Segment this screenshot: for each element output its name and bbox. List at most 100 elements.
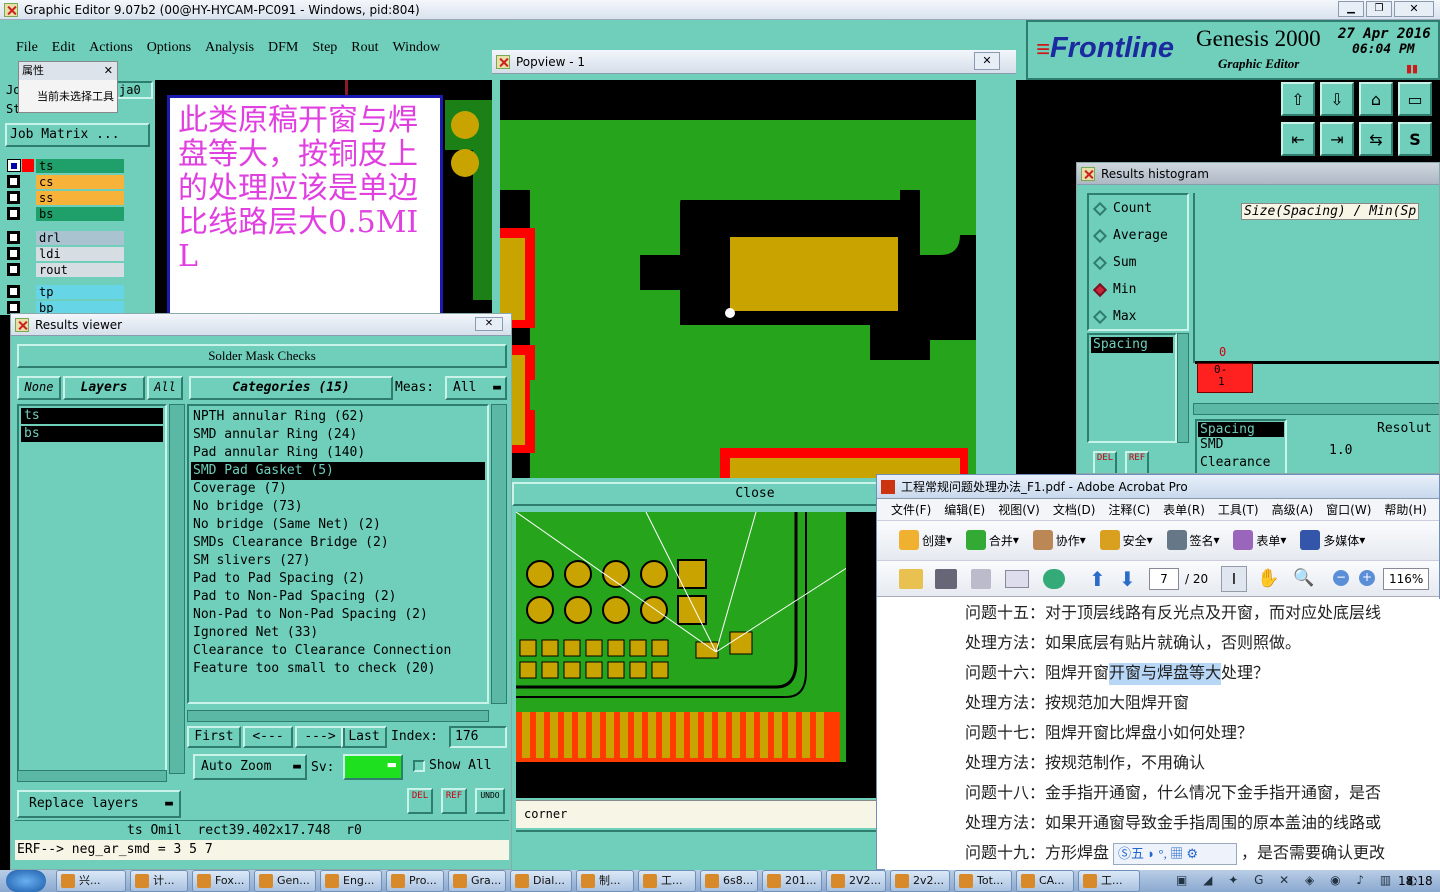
layer-row-ts[interactable]: ts (7, 158, 124, 173)
rv-category-item[interactable]: Pad to Non-Pad Spacing (2) (191, 588, 485, 606)
rv-category-item[interactable]: No bridge (73) (191, 498, 485, 516)
open-folder-icon[interactable] (899, 569, 923, 589)
maximize-button[interactable]: ❐ (1366, 1, 1392, 17)
rv-layers-button[interactable]: Layers (63, 376, 145, 400)
prev-page-icon[interactable]: ⬆ (1089, 567, 1106, 591)
layer-row-rout[interactable]: rout (7, 262, 124, 277)
hist-list2-item[interactable]: Spacing (1198, 422, 1284, 437)
taskbar-item[interactable]: 工... (1078, 870, 1140, 892)
rv-auto-zoom-select[interactable]: Auto Zoom ▬ (193, 754, 307, 780)
menu-rout[interactable]: Rout (351, 40, 378, 56)
save-icon[interactable] (971, 569, 991, 589)
tb-create-button[interactable]: 创建 ▾ (899, 530, 952, 550)
page-input[interactable]: 7 (1149, 568, 1179, 590)
rv-category-item[interactable]: Non-Pad to Non-Pad Spacing (2) (191, 606, 485, 624)
hist-option-max[interactable]: Max (1089, 303, 1187, 330)
tb-form-button[interactable]: 表单 ▾ (1233, 530, 1286, 550)
taskbar-item[interactable]: 制... (576, 870, 634, 892)
layer-row-ldi[interactable]: ldi (7, 246, 124, 261)
tool-house-icon[interactable]: ⌂ (1359, 82, 1393, 116)
menu-window[interactable]: Window (393, 40, 441, 56)
taskbar-item[interactable]: 工... (638, 870, 696, 892)
rv-category-item[interactable]: SM slivers (27) (191, 552, 485, 570)
rv-category-item[interactable]: Pad to Pad Spacing (2) (191, 570, 485, 588)
rv-layer-item[interactable]: bs (21, 426, 163, 442)
tb-collab-button[interactable]: 协作 ▾ (1032, 530, 1086, 550)
hist-option-count[interactable]: Count (1089, 195, 1187, 222)
layer-row-drl[interactable]: drl (7, 230, 124, 245)
acrobat-menu-item[interactable]: 视图(V) (998, 503, 1040, 517)
rv-category-item[interactable]: Ignored Net (33) (191, 624, 485, 642)
minimize-button[interactable]: ▁ (1338, 1, 1364, 17)
taskbar-item[interactable]: CA... (1016, 870, 1074, 892)
rv-layer-list[interactable]: ts bs (17, 404, 167, 774)
popview-canvas[interactable] (500, 80, 976, 478)
tb-media-button[interactable]: 多媒体 ▾ (1300, 530, 1365, 550)
hist-option-sum[interactable]: Sum (1089, 249, 1187, 276)
rv-category-item[interactable]: SMD Pad Gasket (5) (191, 462, 485, 480)
acrobat-menu-item[interactable]: 编辑(E) (944, 503, 985, 517)
tool-s-icon[interactable]: S (1398, 122, 1432, 156)
tool-home-icon[interactable]: ⇧ (1281, 82, 1315, 116)
rv-category-item[interactable]: SMDs Clearance Bridge (2) (191, 534, 485, 552)
rv-category-item[interactable]: Clearance to Clearance Connection (191, 642, 485, 660)
taskbar-item[interactable]: 2V2... (826, 870, 886, 892)
menu-edit[interactable]: Edit (52, 40, 75, 56)
hist-list2-item[interactable]: Clearance (1198, 455, 1284, 473)
tb-sign-button[interactable]: 签名 ▾ (1166, 530, 1220, 550)
rv-prev-button[interactable]: <--- (243, 726, 293, 748)
job-matrix-button[interactable]: Job Matrix ... (5, 123, 150, 147)
menu-file[interactable]: File (16, 40, 38, 56)
email-icon[interactable] (1005, 570, 1029, 588)
hist-list-item[interactable]: Spacing (1091, 337, 1173, 353)
zoom-input[interactable]: 116% (1383, 568, 1429, 590)
rv-category-item[interactable]: Feature too small to check (20) (191, 660, 485, 678)
start-button[interactable] (6, 870, 46, 892)
tool-mirror-icon[interactable]: ⇆ (1359, 122, 1393, 156)
taskbar-item[interactable]: 201... (762, 870, 822, 892)
acrobat-menu-item[interactable]: 高级(A) (1272, 503, 1314, 517)
print-icon[interactable] (935, 569, 957, 589)
rv-meas-select[interactable]: All ▬ (445, 376, 507, 400)
taskbar-item[interactable]: 2v2... (890, 870, 950, 892)
rv-layer-item[interactable]: ts (21, 408, 163, 424)
rv-categories-button[interactable]: Categories (15) (189, 376, 393, 400)
rv-close-icon[interactable]: ✕ (475, 317, 503, 331)
select-tool-icon[interactable]: I (1221, 566, 1247, 592)
menu-dfm[interactable]: DFM (268, 40, 298, 56)
rv-sv-select[interactable]: ▬ (343, 754, 403, 780)
ime-toolbar[interactable]: Ⓢ五 ◗ °, ▦ ⚙ (1113, 843, 1238, 866)
acrobat-title-bar[interactable]: 工程常规问题处理办法_F1.pdf - Adobe Acrobat Pro (877, 475, 1439, 499)
layer-row-cs[interactable]: cs (7, 174, 124, 189)
menu-analysis[interactable]: Analysis (205, 40, 254, 56)
rv-undo-button[interactable]: UNDO (475, 788, 505, 814)
taskbar-item[interactable]: 兴... (56, 870, 126, 892)
taskbar-item[interactable]: 计... (130, 870, 188, 892)
taskbar-item[interactable]: Gen... (254, 870, 316, 892)
taskbar-item[interactable]: Eng... (320, 870, 382, 892)
taskbar-item[interactable]: 6s8... (700, 870, 758, 892)
hist-ref-button[interactable]: REF (1125, 451, 1149, 473)
acrobat-menu-item[interactable]: 窗口(W) (1326, 503, 1371, 517)
close-button[interactable]: ✕ (1394, 1, 1434, 17)
zoom-in-icon[interactable]: + (1359, 570, 1375, 586)
rv-category-item[interactable]: No bridge (Same Net) (2) (191, 516, 485, 534)
hist-del-button[interactable]: DEL (1093, 451, 1117, 473)
menu-step[interactable]: Step (312, 40, 337, 56)
tool-window-icon[interactable]: ▭ (1398, 82, 1432, 116)
popview-close-icon[interactable]: ✕ (974, 52, 1000, 70)
taskbar-item[interactable]: Tot... (954, 870, 1012, 892)
main-title-bar[interactable]: Graphic Editor 9.07b2 (00@HY-HYCAM-PC091… (0, 0, 1440, 20)
tool-left-icon[interactable]: ⇤ (1281, 122, 1315, 156)
rv-layer-scrollbar[interactable] (169, 404, 185, 774)
layer-row-tp[interactable]: tp (7, 284, 124, 299)
acrobat-menu-item[interactable]: 文档(D) (1053, 503, 1096, 517)
tb-merge-button[interactable]: 合并 ▾ (965, 530, 1019, 550)
histogram-list[interactable]: Spacing (1087, 333, 1177, 443)
taskbar-item[interactable]: Fox... (192, 870, 250, 892)
rv-categories-hscrollbar[interactable] (187, 710, 489, 722)
acrobat-menu-item[interactable]: 表单(R) (1163, 503, 1205, 517)
taskbar-item[interactable]: Dial... (510, 870, 572, 892)
zoom-out-icon[interactable]: − (1333, 570, 1349, 586)
menu-options[interactable]: Options (147, 40, 191, 56)
